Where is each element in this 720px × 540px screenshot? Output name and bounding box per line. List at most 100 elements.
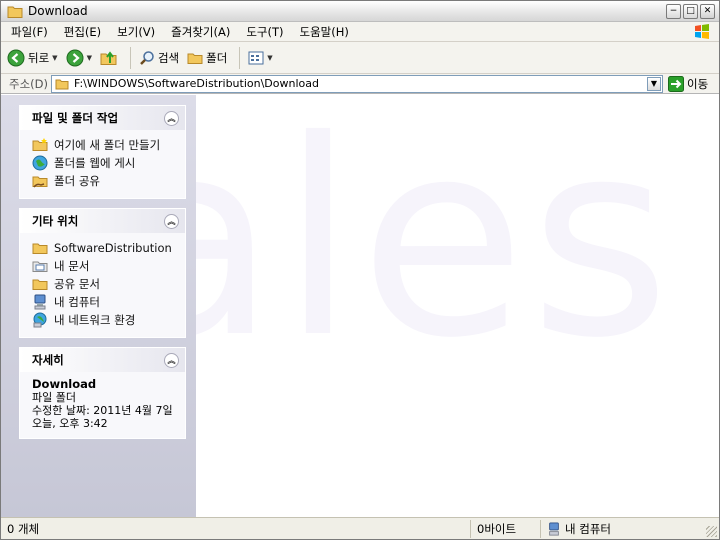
windows-logo-icon [695, 24, 709, 39]
go-button[interactable]: 이동 [668, 75, 709, 92]
folder-icon [32, 243, 48, 254]
resize-grip[interactable] [706, 526, 717, 537]
collapse-icon[interactable]: ︽ [164, 352, 179, 368]
menu-help[interactable]: 도움말(H) [300, 24, 349, 40]
back-label: 뒤로 [28, 50, 50, 65]
go-arrow-icon [668, 75, 684, 92]
menu-file[interactable]: 파일(F) [11, 24, 48, 40]
status-location: 내 컴퓨터 [541, 520, 717, 538]
folder-up-icon [100, 50, 117, 65]
title-bar[interactable]: Download − □ ✕ [1, 1, 719, 22]
place-my-network[interactable]: 내 네트워크 환경 [32, 311, 177, 329]
address-bar: 주소(D) F:\WINDOWS\SoftwareDistribution\Do… [1, 74, 719, 94]
window-title: Download [28, 4, 88, 18]
maximize-icon: □ [686, 6, 695, 16]
detail-modified-time: 오늘, 오후 3:42 [32, 417, 108, 430]
address-path: F:\WINDOWS\SoftwareDistribution\Download [74, 77, 319, 90]
maximize-button[interactable]: □ [683, 4, 698, 19]
forward-button[interactable]: ▼ [66, 49, 92, 67]
place-label: 내 문서 [54, 259, 90, 273]
menu-favorites[interactable]: 즐겨찾기(A) [171, 24, 230, 40]
menu-bar: 파일(F) 편집(E) 보기(V) 즐겨찾기(A) 도구(T) 도움말(H) [1, 22, 719, 42]
views-button[interactable]: ▼ [248, 51, 273, 65]
file-folder-tasks-header[interactable]: 파일 및 폴더 작업 ︽ [20, 106, 185, 130]
computer-icon [549, 521, 559, 536]
network-icon [33, 312, 47, 328]
up-button[interactable] [100, 49, 118, 67]
my-documents-icon [32, 261, 48, 272]
toolbar: 뒤로 ▼ ▼ 검색 폴더 ▼ [1, 42, 719, 74]
place-label: SoftwareDistribution [54, 241, 172, 255]
other-places-header[interactable]: 기타 위치 ︽ [20, 209, 185, 233]
details-header[interactable]: 자세히 ︽ [20, 348, 185, 372]
address-label: 주소(D) [9, 76, 48, 91]
folders-label: 폴더 [206, 50, 228, 65]
place-software-distribution[interactable]: SoftwareDistribution [32, 239, 177, 257]
detail-folder-name: Download [32, 377, 97, 391]
new-folder-icon [32, 138, 48, 151]
folders-icon [187, 53, 203, 64]
file-list-area[interactable]: ales [196, 95, 719, 517]
task-publish-web[interactable]: 폴더를 웹에 게시 [32, 154, 177, 172]
minimize-icon: − [669, 6, 678, 16]
place-shared-documents[interactable]: 공유 문서 [32, 275, 177, 293]
status-location-label: 내 컴퓨터 [565, 521, 611, 536]
views-dropdown-icon[interactable]: ▼ [267, 54, 272, 62]
task-label: 여기에 새 폴더 만들기 [54, 138, 161, 152]
folder-icon [32, 279, 48, 290]
folder-icon [7, 6, 23, 18]
status-bar: 0 개체 0바이트 내 컴퓨터 [1, 517, 719, 539]
panel-title: 파일 및 폴더 작업 [32, 111, 119, 125]
computer-icon [34, 294, 46, 310]
views-icon [248, 51, 264, 64]
close-button[interactable]: ✕ [700, 4, 715, 19]
toolbar-separator [239, 46, 241, 69]
panel-title: 기타 위치 [32, 214, 79, 228]
panel-title: 자세히 [32, 353, 64, 367]
status-size: 0바이트 [471, 519, 541, 538]
menu-edit[interactable]: 편집(E) [64, 24, 101, 40]
globe-icon [32, 155, 48, 171]
address-input[interactable]: F:\WINDOWS\SoftwareDistribution\Download… [51, 74, 663, 93]
folder-icon [55, 79, 69, 89]
back-arrow-icon [7, 49, 25, 66]
file-folder-tasks-panel: 파일 및 폴더 작업 ︽ 여기에 새 폴더 만들기 폴더를 웹에 게시 폴더 공… [19, 105, 186, 199]
collapse-icon[interactable]: ︽ [164, 110, 179, 126]
minimize-button[interactable]: − [666, 4, 681, 19]
forward-dropdown-icon[interactable]: ▼ [87, 54, 92, 62]
folders-button[interactable]: 폴더 [187, 50, 227, 66]
task-label: 폴더를 웹에 게시 [54, 156, 136, 170]
go-label: 이동 [687, 76, 709, 91]
close-icon: ✕ [703, 6, 712, 16]
background-watermark: ales [196, 95, 675, 397]
detail-type: 파일 폴더 [32, 391, 76, 404]
collapse-icon[interactable]: ︽ [164, 213, 179, 229]
search-icon [140, 50, 154, 65]
task-label: 폴더 공유 [54, 174, 100, 188]
search-label: 검색 [157, 50, 180, 65]
place-my-documents[interactable]: 내 문서 [32, 257, 177, 275]
place-my-computer[interactable]: 내 컴퓨터 [32, 293, 177, 311]
toolbar-separator [129, 46, 131, 69]
search-button[interactable]: 검색 [139, 50, 179, 66]
window-controls: − □ ✕ [666, 4, 715, 19]
details-panel: 자세히 ︽ Download 파일 폴더 수정한 날짜: 2011년 4월 7일… [19, 347, 186, 439]
task-pane: 파일 및 폴더 작업 ︽ 여기에 새 폴더 만들기 폴더를 웹에 게시 폴더 공… [1, 95, 196, 517]
place-label: 내 네트워크 환경 [54, 313, 136, 327]
explorer-window: Download − □ ✕ 파일(F) 편집(E) 보기(V) 즐겨찾기(A)… [0, 0, 720, 540]
menu-view[interactable]: 보기(V) [117, 24, 155, 40]
forward-arrow-icon [66, 49, 84, 66]
task-new-folder[interactable]: 여기에 새 폴더 만들기 [32, 136, 177, 154]
detail-modified-date: 수정한 날짜: 2011년 4월 7일 [32, 404, 173, 417]
other-places-panel: 기타 위치 ︽ SoftwareDistribution 내 문서 공유 문서 … [19, 208, 186, 338]
status-object-count: 0 개체 [1, 519, 471, 538]
back-button[interactable]: 뒤로 ▼ [7, 49, 58, 67]
task-share-folder[interactable]: 폴더 공유 [32, 172, 177, 190]
place-label: 공유 문서 [54, 277, 100, 291]
shared-folder-icon [32, 176, 48, 188]
chevron-down-icon: ▼ [650, 79, 658, 88]
menu-tools[interactable]: 도구(T) [246, 24, 283, 40]
address-dropdown-button[interactable]: ▼ [647, 76, 661, 91]
back-dropdown-icon[interactable]: ▼ [52, 54, 57, 62]
place-label: 내 컴퓨터 [54, 295, 100, 309]
